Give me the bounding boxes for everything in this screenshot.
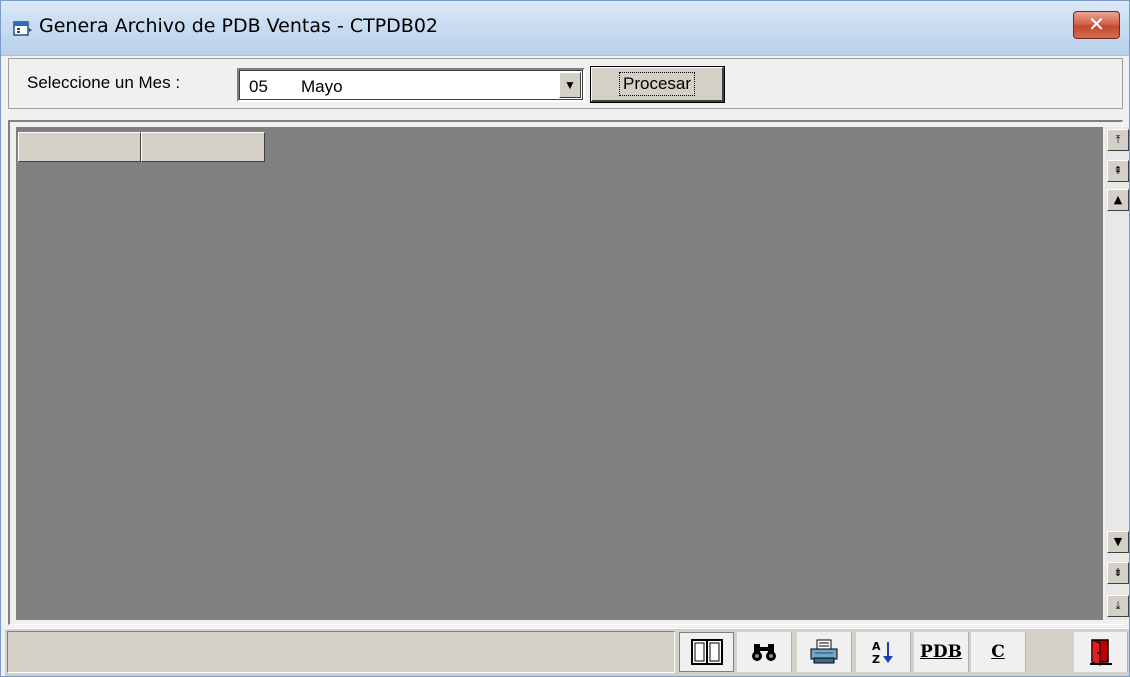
sort-button[interactable]: A Z	[856, 632, 911, 672]
scroll-up-icon[interactable]: ▲	[1107, 189, 1129, 211]
exit-door-icon	[1089, 639, 1112, 666]
svg-text:Z: Z	[872, 653, 880, 665]
pdb-button-label: PDB	[920, 642, 962, 662]
month-name: Mayo	[301, 77, 343, 96]
book-icon	[690, 639, 723, 665]
month-select[interactable]: 05 Mayo ▼	[237, 68, 585, 102]
print-button[interactable]	[797, 632, 852, 672]
status-message	[7, 631, 675, 673]
chevron-down-icon[interactable]: ▼	[559, 72, 581, 98]
process-button[interactable]: Procesar	[590, 66, 725, 103]
scroll-first-icon[interactable]: ⤒	[1107, 129, 1129, 151]
sort-az-icon: A Z	[872, 640, 893, 665]
search-button[interactable]	[737, 632, 792, 672]
scroll-page-up-icon[interactable]: ⇞	[1107, 160, 1129, 182]
book-button[interactable]	[679, 632, 734, 672]
process-button-label: Procesar	[618, 72, 696, 96]
close-button[interactable]: ✕	[1073, 11, 1120, 39]
main-window: Genera Archivo de PDB Ventas - CTPDB02 ✕…	[0, 0, 1130, 677]
printer-icon	[810, 639, 838, 664]
scroll-page-down-icon[interactable]: ⇟	[1107, 562, 1129, 584]
title-bar[interactable]: Genera Archivo de PDB Ventas - CTPDB02 ✕	[1, 1, 1129, 56]
month-code: 05	[249, 77, 268, 96]
binoculars-icon	[752, 644, 776, 661]
grid-column-header[interactable]	[141, 132, 265, 162]
c-button[interactable]: C	[971, 632, 1026, 672]
month-label: Seleccione un Mes :	[27, 73, 181, 92]
c-button-label: C	[991, 642, 1005, 662]
scroll-last-icon[interactable]: ⤓	[1107, 595, 1129, 617]
svg-text:A: A	[872, 640, 881, 653]
window-title: Genera Archivo de PDB Ventas - CTPDB02	[39, 15, 439, 37]
app-icon	[13, 21, 32, 36]
data-grid[interactable]	[16, 127, 1103, 620]
exit-button[interactable]	[1074, 632, 1128, 672]
scroll-down-icon[interactable]: ▼	[1107, 531, 1129, 553]
grid-column-header[interactable]	[18, 132, 141, 162]
pdb-button[interactable]: PDB	[914, 632, 969, 672]
